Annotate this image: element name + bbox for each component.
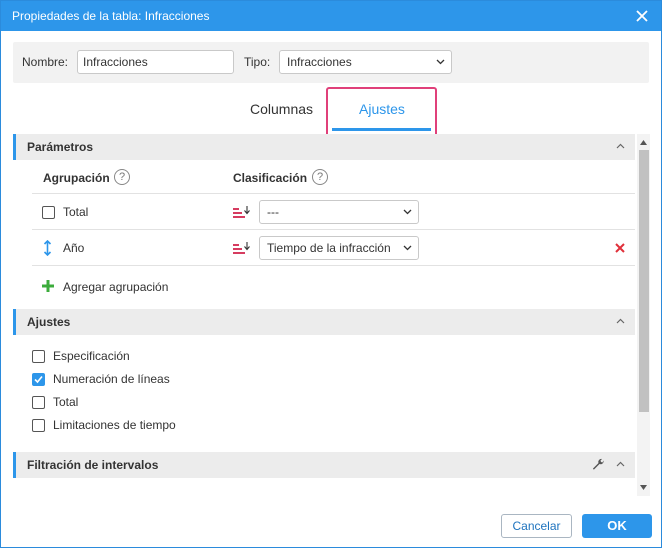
option-label: Especificación [53, 349, 130, 363]
scroll-up-arrow-icon[interactable] [640, 140, 647, 145]
grouping-label: Año [63, 241, 85, 255]
dialog-title: Propiedades de la tabla: Infracciones [12, 9, 210, 23]
option-checkbox[interactable] [32, 419, 45, 432]
vertical-scrollbar[interactable] [637, 134, 650, 496]
scrollbar-thumb[interactable] [639, 150, 649, 412]
title-bar: Propiedades de la tabla: Infracciones [1, 1, 661, 31]
section-title: Ajustes [27, 315, 71, 329]
type-select-value: Infracciones [287, 55, 352, 69]
tab-highlight-frame [326, 87, 437, 138]
option-label: Limitaciones de tiempo [53, 418, 176, 432]
section-title: Filtración de intervalos [27, 458, 159, 472]
sort-select-value: Tiempo de la infracción [267, 241, 391, 255]
drag-handle-icon[interactable] [43, 240, 52, 256]
add-grouping-label: Agregar agrupación [63, 280, 169, 294]
section-parametros-header[interactable]: Parámetros [13, 134, 635, 160]
cancel-button[interactable]: Cancelar [501, 514, 572, 538]
grouping-table-header: Agrupación ? Clasificación ? [32, 162, 635, 194]
grouping-header: Agrupación [43, 171, 110, 185]
help-icon[interactable]: ? [114, 169, 130, 185]
delete-icon[interactable] [615, 243, 625, 253]
settings-scroll-area: Parámetros Agrupación ? Clasificación ? … [13, 134, 650, 496]
section-filtracion-header[interactable]: Filtración de intervalos [13, 452, 635, 478]
table-properties-dialog: Propiedades de la tabla: Infracciones No… [0, 0, 662, 548]
grouping-checkbox[interactable] [42, 206, 55, 219]
option-label: Numeración de líneas [53, 372, 170, 386]
grouping-label: Total [63, 205, 89, 219]
chevron-up-icon[interactable] [616, 318, 625, 324]
option-checkbox[interactable] [32, 396, 45, 409]
plus-icon [42, 280, 54, 292]
sort-select[interactable]: --- [259, 200, 419, 224]
sort-order-icon[interactable] [233, 206, 250, 219]
name-input[interactable] [77, 50, 234, 74]
scroll-down-arrow-icon[interactable] [640, 485, 647, 490]
type-select[interactable]: Infracciones [279, 50, 452, 74]
sort-order-icon[interactable] [233, 242, 250, 255]
help-icon[interactable]: ? [312, 169, 328, 185]
close-icon[interactable] [635, 9, 649, 23]
chevron-down-icon [403, 209, 412, 215]
ok-button[interactable]: OK [582, 514, 652, 538]
option-checkbox-checked[interactable] [32, 373, 45, 386]
chevron-up-icon[interactable] [616, 143, 625, 149]
chevron-down-icon [403, 245, 412, 251]
grouping-row: Total --- [32, 194, 635, 230]
sort-select-value: --- [267, 205, 279, 219]
option-checkbox[interactable] [32, 350, 45, 363]
type-label: Tipo: [244, 55, 271, 69]
wrench-icon[interactable] [592, 458, 605, 471]
option-label: Total [53, 395, 79, 409]
checkmark-icon [34, 375, 43, 384]
chevron-up-icon[interactable] [616, 461, 625, 467]
name-type-bar: Nombre: Tipo: Infracciones [13, 42, 649, 83]
section-title: Parámetros [27, 140, 94, 154]
tab-columnas[interactable]: Columnas [250, 101, 313, 117]
sort-select[interactable]: Tiempo de la infracción [259, 236, 419, 260]
name-label: Nombre: [22, 55, 69, 69]
section-ajustes-header[interactable]: Ajustes [13, 309, 635, 335]
sorting-header: Clasificación [233, 171, 308, 185]
chevron-down-icon [436, 59, 445, 65]
grouping-row: Año Tiempo de la infracción [32, 230, 635, 266]
